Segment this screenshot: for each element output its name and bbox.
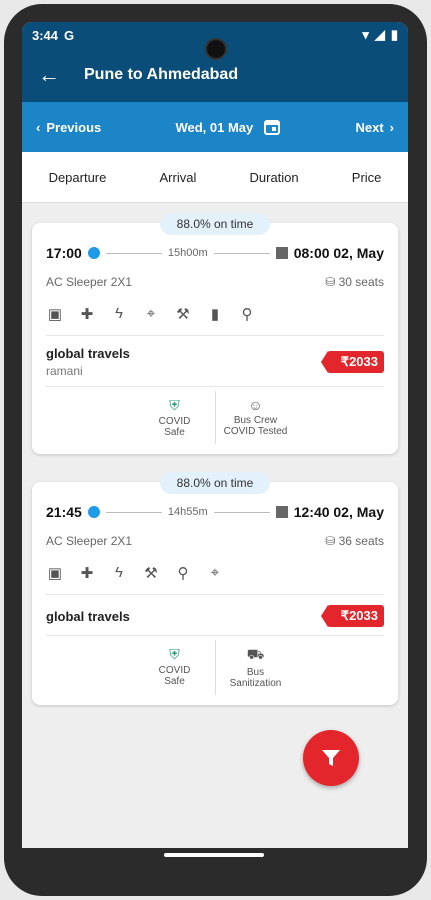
seats-info: ⛁ 36 seats <box>325 534 384 548</box>
sort-price[interactable]: Price <box>352 170 382 185</box>
departure-time: 17:00 <box>46 245 82 261</box>
crew-icon: ☺ <box>248 397 263 413</box>
arrival-time: 12:40 02, May <box>293 504 384 520</box>
chevron-right-icon: › <box>389 119 394 135</box>
sort-bar: Departure Arrival Duration Price <box>22 152 408 203</box>
date-selector[interactable]: Wed, 01 May <box>175 118 281 136</box>
price-tag: ₹2033 <box>320 351 384 373</box>
date-bar: ‹ Previous Wed, 01 May Next › <box>22 102 408 152</box>
divider <box>46 386 384 387</box>
route-line <box>213 511 270 513</box>
charging-point-icon: ϟ <box>115 564 123 581</box>
emergency-hammer-icon: ⚒ <box>176 306 190 323</box>
sort-departure[interactable]: Departure <box>49 170 107 185</box>
battery-icon: ▮ <box>390 27 398 42</box>
filter-icon <box>322 750 340 766</box>
bus-card[interactable]: 21:45 14h55m 12:40 02, May AC Sleeper 2X… <box>32 482 398 705</box>
sort-duration[interactable]: Duration <box>250 170 299 185</box>
safety-features: ⛨ COVID Safe ☺ Bus Crew COVID Tested <box>46 391 384 444</box>
bus-list: 88.0% on time 17:00 15h00m 08:00 02, May… <box>22 213 408 705</box>
bus-type: AC Sleeper 2X1 <box>46 275 133 289</box>
status-icons: ▾ ◢ ▮ <box>362 27 398 43</box>
charging-point-icon: ϟ <box>115 305 123 322</box>
calendar-icon <box>264 120 281 135</box>
departure-dot-icon <box>87 247 100 259</box>
shield-icon: ⛨ <box>169 646 180 662</box>
previous-label: Previous <box>46 119 102 135</box>
back-arrow-icon[interactable]: ← <box>38 62 60 88</box>
seats-info: ⛁ 30 seats <box>325 275 384 289</box>
route-line <box>105 511 162 513</box>
operator-sub: ramani <box>46 364 83 378</box>
first-aid-icon: ✚ <box>80 565 94 582</box>
first-aid-icon: ✚ <box>80 306 94 323</box>
amenities: ▣ ✚ ϟ ⚒ ⚲ ⌖ <box>46 564 384 582</box>
on-time-badge: 88.0% on time <box>160 213 270 235</box>
home-indicator[interactable] <box>164 853 264 857</box>
chevron-left-icon: ‹ <box>36 119 41 135</box>
price-tag: ₹2033 <box>320 605 384 627</box>
departure-dot-icon <box>87 506 100 518</box>
sort-arrival[interactable]: Arrival <box>160 170 197 185</box>
reading-light-icon: ⚲ <box>177 565 189 582</box>
emergency-hammer-icon: ⚒ <box>144 565 158 582</box>
duration: 14h55m <box>167 506 208 518</box>
water-bottle-icon: ▣ <box>47 565 63 582</box>
location-icon: ⌖ <box>210 564 220 581</box>
safety-features: ⛨ COVID Safe ⛟ Bus Sanitization <box>46 640 384 695</box>
on-time-badge: 88.0% on time <box>160 472 270 494</box>
feature-covid-safe: ⛨ COVID Safe <box>135 640 215 695</box>
operator-name: global travels <box>46 346 130 361</box>
page-title: Pune to Ahmedabad <box>84 66 239 83</box>
arrival-time: 08:00 02, May <box>293 245 384 261</box>
signal-icon: ◢ <box>374 27 385 42</box>
seat-icon: ⛁ <box>325 275 339 289</box>
fire-extinguisher-icon: ▮ <box>210 306 220 323</box>
camera-icon <box>205 38 227 60</box>
google-icon: G <box>64 27 75 43</box>
water-bottle-icon: ▣ <box>47 306 63 323</box>
shield-icon: ⛨ <box>169 397 180 413</box>
departure-time: 21:45 <box>46 504 82 520</box>
divider <box>46 635 384 636</box>
amenities: ▣ ✚ ϟ ⌖ ⚒ ▮ ⚲ <box>46 305 384 323</box>
location-icon: ⌖ <box>146 305 156 322</box>
status-time: 3:44 <box>32 27 59 43</box>
feature-bus-sanitization: ⛟ Bus Sanitization <box>216 640 296 695</box>
arrival-square-icon <box>275 506 288 518</box>
next-label: Next <box>355 119 384 135</box>
operator-name: global travels <box>46 608 130 624</box>
seat-icon: ⛁ <box>325 534 339 548</box>
route-line <box>213 252 270 254</box>
bus-type: AC Sleeper 2X1 <box>46 534 133 548</box>
feature-crew-tested: ☺ Bus Crew COVID Tested <box>216 391 296 444</box>
previous-button[interactable]: ‹ Previous <box>36 120 101 135</box>
feature-covid-safe: ⛨ COVID Safe <box>135 391 215 444</box>
next-button[interactable]: Next › <box>355 120 394 135</box>
divider <box>46 594 384 595</box>
route-line <box>105 252 162 254</box>
duration: 15h00m <box>167 247 208 259</box>
screen: 3:44 G ▾ ◢ ▮ ← Pune to Ahmedabad ‹ Previ… <box>22 22 408 848</box>
wifi-icon: ▾ <box>362 27 369 42</box>
filter-button[interactable] <box>303 730 359 786</box>
bus-card[interactable]: 17:00 15h00m 08:00 02, May AC Sleeper 2X… <box>32 223 398 454</box>
arrival-square-icon <box>275 247 288 259</box>
reading-light-icon: ⚲ <box>241 306 253 323</box>
divider <box>46 335 384 336</box>
sanitization-bus-icon: ⛟ <box>246 646 265 662</box>
date-label: Wed, 01 May <box>175 119 254 135</box>
